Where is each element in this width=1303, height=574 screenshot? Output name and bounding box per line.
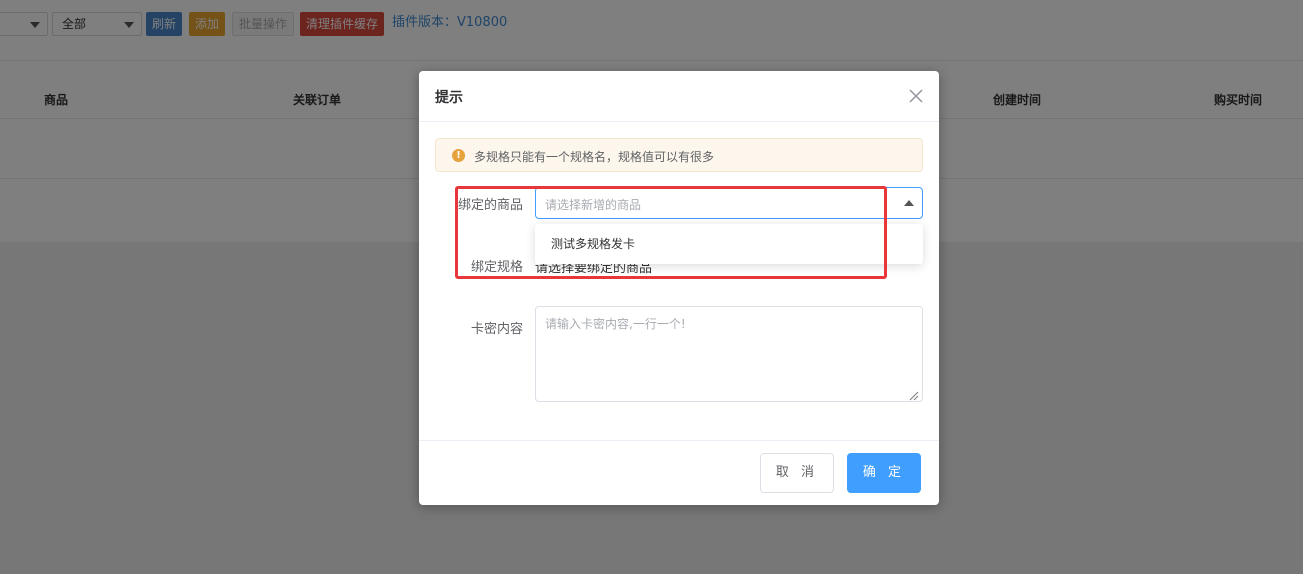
- dialog-header: 提示: [419, 71, 939, 122]
- product-label: 绑定的商品: [457, 198, 523, 213]
- resize-grip-icon[interactable]: [907, 386, 919, 401]
- spec-label: 绑定规格: [470, 260, 523, 275]
- chevron-up-icon: [904, 200, 914, 206]
- product-dropdown: 测试多规格发卡: [535, 224, 923, 264]
- confirm-button[interactable]: 确 定: [847, 453, 921, 493]
- cancel-button[interactable]: 取 消: [760, 453, 834, 493]
- dialog-title: 提示: [435, 90, 463, 106]
- prompt-dialog: 提示 ! 多规格只能有一个规格名，规格值可以有很多 绑定的商品 请选择新增的商品…: [419, 71, 939, 505]
- card-content-label: 卡密内容: [470, 322, 523, 337]
- dropdown-option[interactable]: 测试多规格发卡: [535, 224, 923, 264]
- alert-text: 多规格只能有一个规格名，规格值可以有很多: [474, 150, 715, 164]
- warning-icon: !: [452, 149, 465, 162]
- close-icon[interactable]: [905, 85, 927, 107]
- product-select[interactable]: 请选择新增的商品: [535, 187, 923, 219]
- product-select-placeholder: 请选择新增的商品: [545, 198, 642, 212]
- warning-alert: ! 多规格只能有一个规格名，规格值可以有很多: [435, 138, 923, 172]
- card-content-textarea[interactable]: [535, 306, 923, 402]
